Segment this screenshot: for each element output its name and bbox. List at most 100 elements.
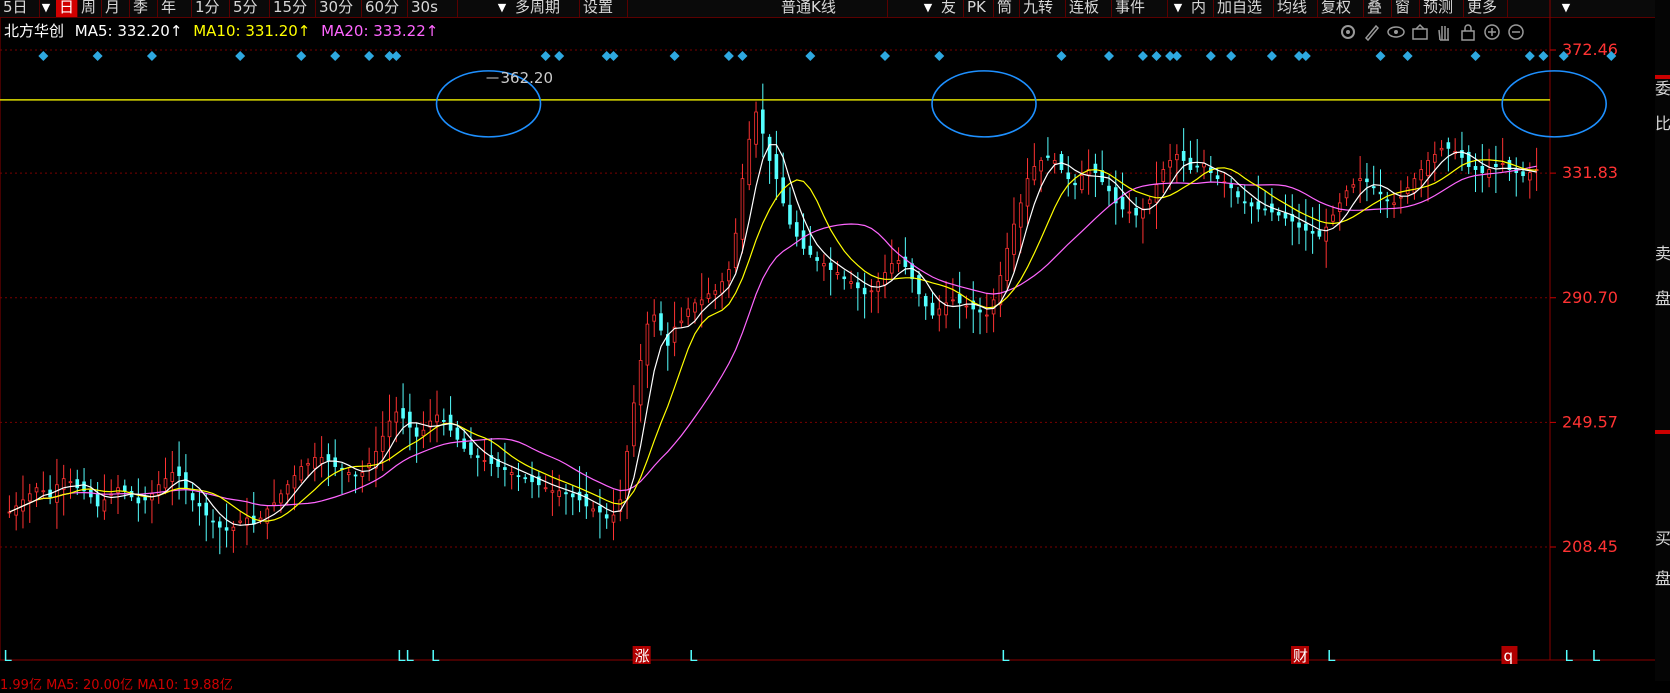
candle-body	[1371, 186, 1376, 189]
candle-body	[1073, 182, 1077, 186]
basket-icon[interactable]	[1409, 22, 1431, 42]
candle-body	[1528, 172, 1532, 181]
candle-body	[1195, 165, 1200, 168]
candle-body	[706, 293, 711, 299]
panel-label-4: 买	[1655, 529, 1670, 548]
candle-body	[469, 442, 473, 455]
candle-body	[910, 263, 914, 280]
signal-diamond-marker[interactable]	[669, 51, 680, 61]
signal-diamond-marker[interactable]	[1524, 51, 1535, 61]
peak-highlight-ellipse[interactable]	[931, 70, 1037, 138]
peak-highlight-ellipse[interactable]	[1501, 70, 1607, 138]
candle-body	[1358, 178, 1362, 181]
candle-body	[693, 302, 697, 313]
signal-diamond-marker[interactable]	[146, 51, 157, 61]
candle-body	[550, 490, 555, 493]
candle-body	[1175, 154, 1179, 161]
candle-body	[645, 323, 650, 366]
signal-diamond-marker[interactable]	[608, 51, 619, 61]
candle-body	[1446, 142, 1451, 149]
pen-icon[interactable]	[1361, 22, 1383, 42]
signal-diamond-marker[interactable]	[1103, 51, 1114, 61]
gear-icon[interactable]	[1337, 22, 1359, 42]
candle-body	[1331, 214, 1335, 222]
kline-chart[interactable]: 372.46331.83290.70249.57208.45362.20L LL L…	[0, 0, 1655, 681]
stock-name: 北方华创	[4, 22, 65, 40]
candle-body	[509, 472, 514, 476]
signal-diamond-marker[interactable]	[1402, 51, 1413, 61]
candle-body	[1439, 147, 1444, 151]
candle-body	[577, 491, 582, 501]
candle-body	[1161, 169, 1166, 182]
event-marker[interactable]: L	[3, 647, 12, 665]
candle-body	[122, 485, 127, 492]
signal-diamond-marker[interactable]	[330, 51, 341, 61]
signal-diamond-marker[interactable]	[723, 51, 734, 61]
signal-diamond-marker[interactable]	[92, 51, 103, 61]
eye-icon[interactable]	[1385, 22, 1407, 42]
event-marker[interactable]: L	[1327, 647, 1336, 665]
candle-body	[251, 515, 256, 525]
signal-diamond-marker[interactable]	[1300, 51, 1311, 61]
event-marker[interactable]: q	[1503, 647, 1513, 665]
panel-label-2: 卖	[1655, 244, 1670, 263]
signal-diamond-marker[interactable]	[805, 51, 816, 61]
signal-diamond-marker[interactable]	[1056, 51, 1067, 61]
candle-body	[238, 520, 242, 523]
signal-diamond-marker[interactable]	[235, 51, 246, 61]
signal-diamond-marker[interactable]	[540, 51, 551, 61]
plus-circle-icon[interactable]	[1481, 22, 1503, 42]
event-marker[interactable]: L	[431, 647, 440, 665]
minus-circle-icon[interactable]	[1505, 22, 1527, 42]
candle-body	[856, 282, 860, 289]
event-marker[interactable]: 财	[1293, 647, 1308, 665]
ma20-line	[9, 165, 1537, 513]
signal-diamond-marker[interactable]	[934, 51, 945, 61]
signal-diamond-marker[interactable]	[1171, 51, 1182, 61]
signal-diamond-marker[interactable]	[38, 51, 49, 61]
candle-body	[1500, 163, 1505, 165]
candle-body	[333, 457, 337, 467]
signal-diamond-marker[interactable]	[1470, 51, 1481, 61]
event-marker[interactable]: 涨	[635, 647, 650, 665]
signal-diamond-marker[interactable]	[554, 51, 565, 61]
event-marker[interactable]: L	[1001, 647, 1010, 665]
ma5-value: MA5: 332.20↑	[74, 22, 183, 40]
candle-body	[1365, 178, 1369, 183]
candle-body	[218, 521, 222, 528]
candle-body	[543, 487, 548, 490]
candle-body	[1066, 172, 1071, 180]
candle-body	[686, 308, 690, 317]
y-tick-label: 208.45	[1562, 537, 1618, 556]
signal-diamond-marker[interactable]	[1266, 51, 1277, 61]
signal-diamond-marker[interactable]	[879, 51, 890, 61]
signal-diamond-marker[interactable]	[1205, 51, 1216, 61]
signal-diamond-marker[interactable]	[296, 51, 307, 61]
event-marker[interactable]: LL	[397, 647, 414, 665]
signal-diamond-marker[interactable]	[1538, 51, 1549, 61]
lock-icon[interactable]	[1457, 22, 1479, 42]
signal-diamond-marker[interactable]	[1151, 51, 1162, 61]
candle-body	[408, 411, 412, 428]
candle-body	[319, 457, 324, 464]
candle-body	[421, 429, 426, 436]
hand-icon[interactable]	[1433, 22, 1455, 42]
signal-diamond-marker[interactable]	[737, 51, 748, 61]
candle-body	[1378, 191, 1383, 195]
signal-diamond-marker[interactable]	[1375, 51, 1386, 61]
candle-body	[1297, 222, 1301, 228]
event-marker[interactable]: L	[1592, 647, 1601, 665]
signal-diamond-marker[interactable]	[1137, 51, 1148, 61]
candle-body	[1276, 211, 1281, 216]
candle-body	[774, 154, 779, 180]
candle-body	[801, 230, 806, 249]
signal-diamond-marker[interactable]	[1226, 51, 1237, 61]
y-tick-label: 249.57	[1562, 412, 1618, 431]
signal-diamond-marker[interactable]	[364, 51, 375, 61]
event-marker[interactable]: L	[1565, 647, 1574, 665]
candle-body	[360, 472, 365, 477]
candle-body	[1494, 163, 1498, 167]
candle-body	[889, 263, 894, 274]
signal-diamond-marker[interactable]	[391, 51, 402, 61]
event-marker[interactable]: L	[689, 647, 698, 665]
